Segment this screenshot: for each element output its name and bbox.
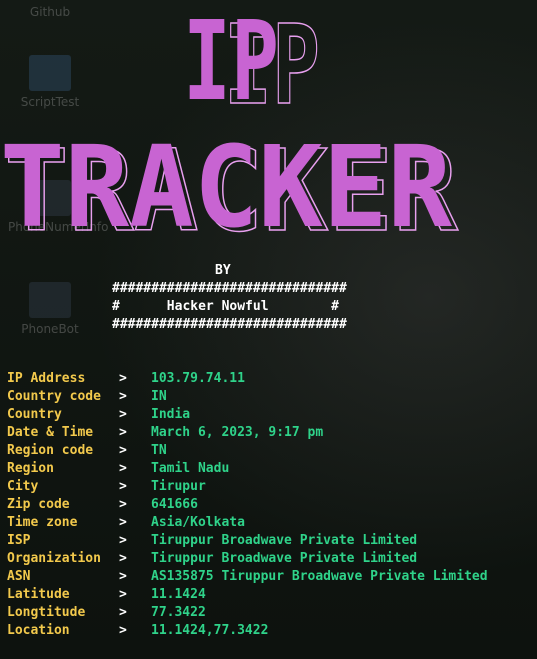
banner-line2: TRACKER <box>0 123 453 250</box>
info-value: AS135875 Tiruppur Broadwave Private Limi… <box>151 569 488 584</box>
info-separator: > <box>119 569 127 584</box>
info-key: City <box>7 479 39 494</box>
info-key: Latitude <box>7 587 70 602</box>
info-key: Region code <box>7 443 94 458</box>
info-key: IP Address <box>7 371 86 386</box>
info-value: India <box>151 407 191 422</box>
info-separator: > <box>119 389 127 404</box>
info-key: Date & Time <box>7 425 94 440</box>
info-separator: > <box>119 623 127 638</box>
info-key: Region <box>7 461 54 476</box>
info-value: TN <box>151 443 167 458</box>
info-value: 11.1424 <box>151 587 206 602</box>
info-value: 77.3422 <box>151 605 206 620</box>
info-key: Country <box>7 407 62 422</box>
info-value: Tiruppur Broadwave Private Limited <box>151 533 418 548</box>
info-value: 641666 <box>151 497 198 512</box>
banner-border-top: ############################## <box>112 281 347 296</box>
info-separator: > <box>119 551 127 566</box>
info-key: Location <box>7 623 70 638</box>
info-separator: > <box>119 461 127 476</box>
info-separator: > <box>119 587 127 602</box>
info-separator: > <box>119 407 127 422</box>
info-separator: > <box>119 533 127 548</box>
info-value: Tirupur <box>151 479 206 494</box>
info-separator: > <box>119 443 127 458</box>
info-key: ASN <box>7 569 31 584</box>
info-separator: > <box>119 605 127 620</box>
info-value: Tamil Nadu <box>151 461 230 476</box>
info-key: Longtitude <box>7 605 86 620</box>
info-value: Tiruppur Broadwave Private Limited <box>151 551 418 566</box>
info-key: Organization <box>7 551 101 566</box>
info-key: Country code <box>7 389 101 404</box>
info-key: ISP <box>7 533 31 548</box>
banner-by: BY <box>215 263 231 278</box>
info-value: March 6, 2023, 9:17 pm <box>151 425 324 440</box>
info-separator: > <box>119 371 127 386</box>
info-value: IN <box>151 389 167 404</box>
info-key: Zip code <box>7 497 70 512</box>
banner-line1: IP <box>183 0 279 125</box>
info-value: 11.1424,77.3422 <box>151 623 269 638</box>
terminal-window[interactable]: IP TRACKER IP TRACKER BY ###############… <box>0 0 537 659</box>
info-separator: > <box>119 479 127 494</box>
ascii-title-banner: IP TRACKER IP TRACKER <box>0 0 459 250</box>
info-value: Asia/Kolkata <box>151 515 245 530</box>
info-value: 103.79.74.11 <box>151 371 245 386</box>
info-separator: > <box>119 515 127 530</box>
info-key: Time zone <box>7 515 78 530</box>
banner-author: # Hacker Nowful # <box>112 299 339 314</box>
banner-border-bottom: ############################## <box>112 317 347 332</box>
info-separator: > <box>119 497 127 512</box>
info-separator: > <box>119 425 127 440</box>
